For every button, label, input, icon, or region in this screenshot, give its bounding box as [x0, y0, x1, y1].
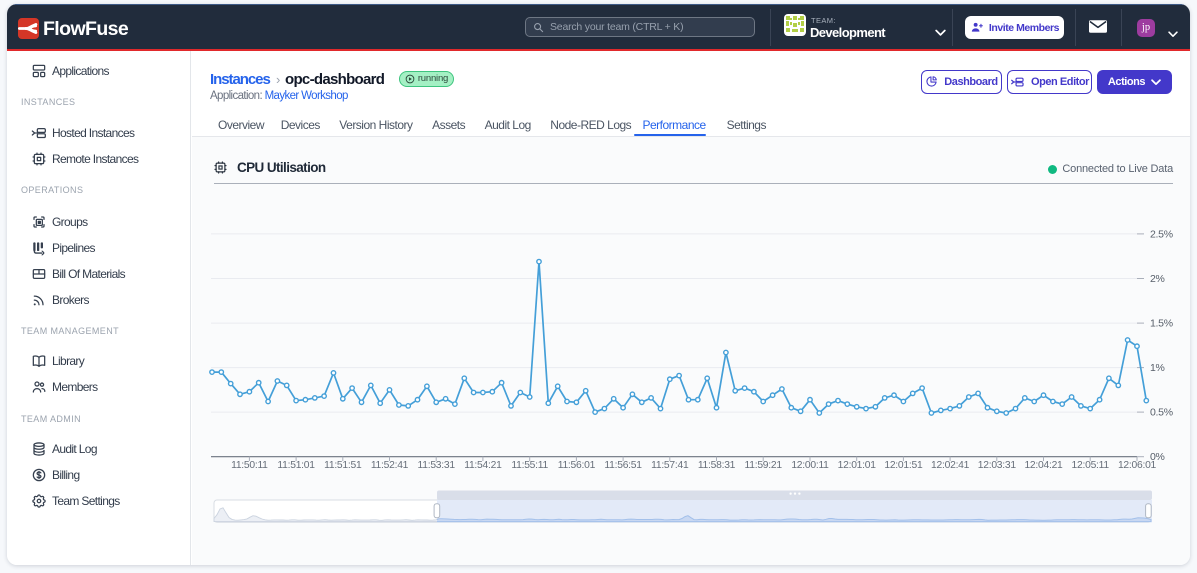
svg-text:11:51:01: 11:51:01 — [277, 460, 315, 471]
svg-text:1.5%: 1.5% — [1150, 318, 1173, 330]
svg-text:11:56:01: 11:56:01 — [558, 460, 596, 471]
svg-text:12:02:41: 12:02:41 — [931, 460, 970, 471]
svg-text:0%: 0% — [1150, 451, 1165, 463]
svg-text:12:01:01: 12:01:01 — [838, 460, 877, 471]
svg-text:12:05:11: 12:05:11 — [1072, 460, 1110, 471]
svg-text:12:01:51: 12:01:51 — [884, 460, 923, 471]
svg-text:11:57:41: 11:57:41 — [651, 460, 689, 471]
svg-text:11:55:11: 11:55:11 — [511, 460, 548, 471]
svg-text:11:53:31: 11:53:31 — [418, 460, 456, 471]
svg-text:11:58:31: 11:58:31 — [698, 460, 736, 471]
svg-text:2%: 2% — [1150, 273, 1165, 285]
svg-text:2.5%: 2.5% — [1150, 228, 1173, 240]
svg-text:11:54:21: 11:54:21 — [464, 460, 502, 471]
svg-text:11:50:11: 11:50:11 — [231, 460, 268, 471]
svg-text:11:56:51: 11:56:51 — [604, 460, 642, 471]
svg-text:11:52:41: 11:52:41 — [371, 460, 409, 471]
svg-text:12:04:21: 12:04:21 — [1024, 460, 1063, 471]
svg-text:11:59:21: 11:59:21 — [745, 460, 783, 471]
svg-text:12:00:11: 12:00:11 — [791, 460, 829, 471]
svg-text:0.5%: 0.5% — [1150, 407, 1173, 419]
svg-text:11:51:51: 11:51:51 — [324, 460, 362, 471]
svg-text:12:03:31: 12:03:31 — [978, 460, 1017, 471]
svg-text:1%: 1% — [1150, 362, 1165, 374]
